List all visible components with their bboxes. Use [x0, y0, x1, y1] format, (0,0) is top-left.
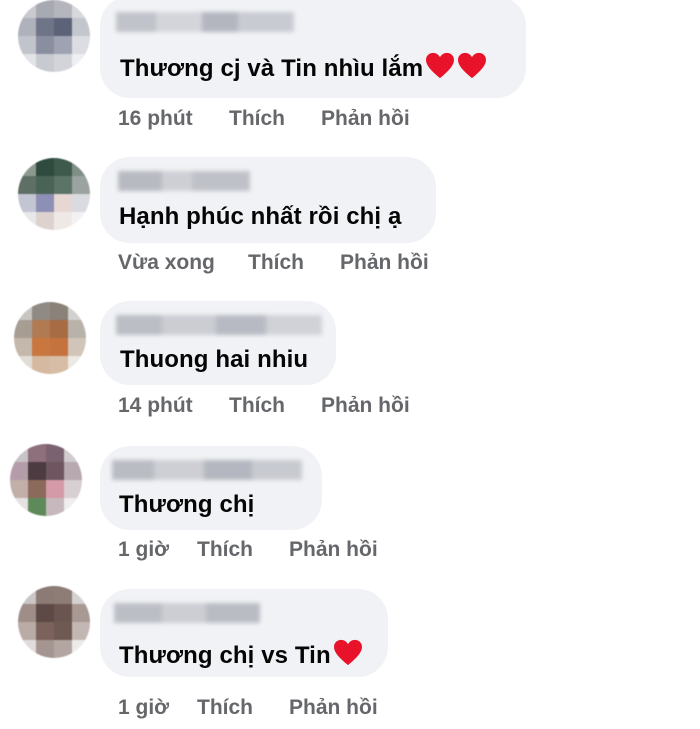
comment-text: Thuong hai nhiu [120, 346, 309, 373]
like-button[interactable]: Thích [248, 251, 304, 275]
comment-bubble[interactable]: Thương chị [100, 446, 322, 530]
comment-meta: Vừa xong Thích Phản hồi [118, 251, 618, 277]
comment-text: Thương chị vs Tin [119, 639, 363, 670]
author-name-blurred[interactable] [116, 12, 294, 32]
avatar[interactable] [18, 0, 90, 72]
comment-meta: 1 giờ Thích Phản hồi [118, 696, 618, 722]
timestamp[interactable]: 1 giờ [118, 696, 169, 720]
avatar[interactable] [18, 586, 90, 658]
heart-icon [426, 52, 455, 79]
comment-bubble[interactable]: Thương cj và Tin nhìu lắm [100, 0, 526, 98]
comment-meta: 14 phút Thích Phản hồi [118, 394, 618, 420]
avatar[interactable] [14, 302, 86, 374]
comment-bubble[interactable]: Thuong hai nhiu [100, 301, 336, 385]
author-name-blurred[interactable] [114, 603, 260, 623]
comment-bubble[interactable]: Thương chị vs Tin [100, 589, 388, 677]
author-name-blurred[interactable] [112, 460, 302, 480]
author-name-blurred[interactable] [116, 315, 322, 335]
avatar[interactable] [18, 158, 90, 230]
avatar[interactable] [10, 444, 82, 516]
comment-bubble[interactable]: Hạnh phúc nhất rồi chị ạ [100, 157, 436, 243]
comment-meta: 16 phút Thích Phản hồi [118, 107, 618, 133]
timestamp[interactable]: 16 phút [118, 107, 193, 131]
comment-item: Thương cj và Tin nhìu lắm 16 phút Thích … [0, 0, 700, 140]
comment-item: Thuong hai nhiu 14 phút Thích Phản hồi [0, 294, 700, 434]
comment-item: Hạnh phúc nhất rồi chị ạ Vừa xong Thích … [0, 150, 700, 290]
reply-button[interactable]: Phản hồi [289, 696, 378, 720]
like-button[interactable]: Thích [197, 538, 253, 562]
reply-button[interactable]: Phản hồi [289, 538, 378, 562]
heart-icon [458, 52, 487, 79]
comment-text: Thương cj và Tin nhìu lắm [120, 52, 487, 83]
timestamp[interactable]: 14 phút [118, 394, 193, 418]
heart-icon [333, 639, 362, 666]
comment-item: Thương chị vs Tin 1 giờ Thích Phản hồi [0, 580, 700, 729]
like-button[interactable]: Thích [229, 107, 285, 131]
timestamp[interactable]: Vừa xong [118, 251, 215, 275]
like-button[interactable]: Thích [229, 394, 285, 418]
reply-button[interactable]: Phản hồi [340, 251, 429, 275]
author-name-blurred[interactable] [118, 171, 250, 191]
like-button[interactable]: Thích [197, 696, 253, 720]
comment-text: Hạnh phúc nhất rồi chị ạ [119, 203, 402, 230]
comment-text: Thương chị [119, 491, 255, 518]
comment-item: Thương chị 1 giờ Thích Phản hồi [0, 438, 700, 578]
reply-button[interactable]: Phản hồi [321, 394, 410, 418]
comment-meta: 1 giờ Thích Phản hồi [118, 538, 618, 564]
timestamp[interactable]: 1 giờ [118, 538, 169, 562]
reply-button[interactable]: Phản hồi [321, 107, 410, 131]
